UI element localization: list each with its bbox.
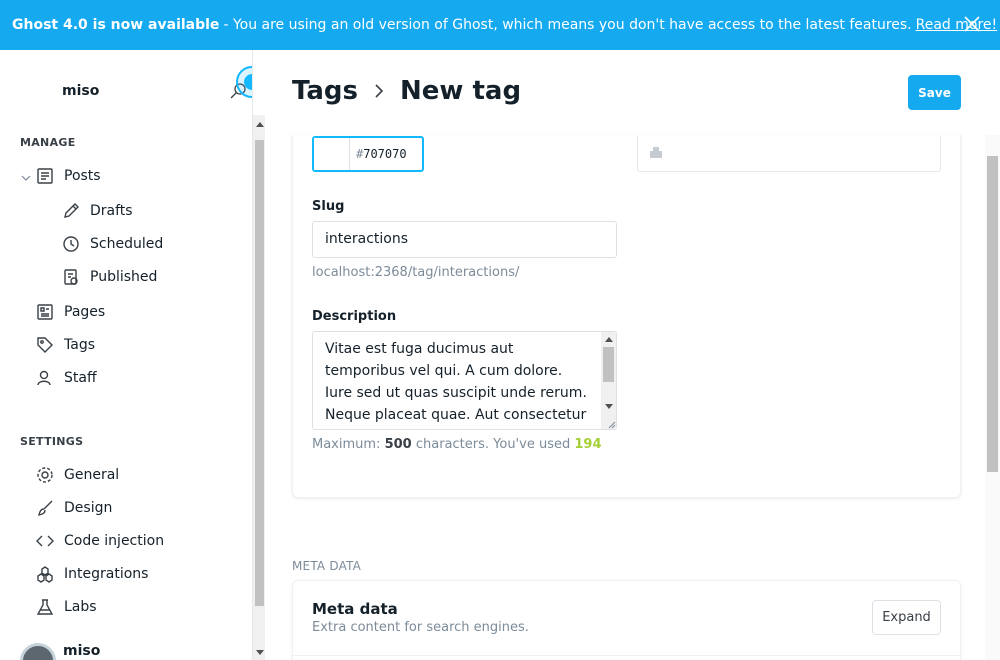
upload-image-icon — [650, 147, 662, 158]
sidebar-item-label: Labs — [64, 599, 97, 615]
sidebar: miso MANAGE Posts Drafts Scheduled Publi… — [0, 50, 253, 660]
gear-icon — [37, 467, 53, 483]
clock-icon — [63, 236, 79, 252]
sidebar-item-label: General — [64, 467, 120, 483]
slug-label: Slug — [312, 199, 345, 214]
description-textarea[interactable]: Vitae est fuga ducimus aut temporibus ve… — [312, 331, 617, 430]
site-title[interactable]: miso — [62, 83, 99, 99]
manage-heading: MANAGE — [20, 136, 76, 149]
tag-icon — [37, 337, 53, 353]
color-hex-value[interactable]: 707070 — [363, 138, 406, 170]
sidebar-item-label: Integrations — [64, 566, 149, 582]
sidebar-item-label: Published — [90, 269, 158, 285]
sidebar-item-tags[interactable]: Tags — [36, 334, 95, 356]
save-button[interactable]: Save — [908, 75, 961, 110]
sidebar-item-label: Staff — [64, 370, 97, 386]
sidebar-item-label: Tags — [64, 337, 95, 353]
avatar[interactable] — [20, 643, 56, 660]
flask-icon — [36, 599, 54, 615]
sidebar-item-label: Drafts — [90, 203, 133, 219]
sidebar-item-general[interactable]: General — [36, 464, 119, 486]
posts-icon — [37, 168, 53, 184]
sidebar-item-label: Posts — [64, 168, 101, 184]
resize-handle-icon[interactable] — [607, 420, 616, 429]
close-icon[interactable] — [962, 14, 982, 34]
page-header: Tags New tag — [266, 50, 986, 135]
expand-button[interactable]: Expand — [872, 600, 941, 635]
color-hash-prefix: # — [356, 147, 364, 161]
banner-read-more-link[interactable]: Read more! — [916, 17, 998, 33]
integrations-icon — [37, 566, 53, 583]
sidebar-item-pages[interactable]: Pages — [36, 301, 105, 323]
sidebar-item-design[interactable]: Design — [36, 497, 112, 519]
scroll-down-arrow-icon[interactable] — [256, 650, 264, 655]
banner-text: - You are using an old version of Ghost,… — [223, 17, 912, 33]
sidebar-item-posts[interactable]: Posts — [36, 165, 101, 187]
scroll-up-arrow-icon[interactable] — [605, 337, 613, 342]
sidebar-item-published[interactable]: Published — [62, 266, 157, 288]
sidebar-item-label: Design — [64, 500, 113, 516]
sidebar-item-scheduled[interactable]: Scheduled — [62, 233, 163, 255]
slug-url-preview: localhost:2368/tag/interactions/ — [312, 265, 520, 280]
divider — [292, 655, 961, 656]
main-scrollbar-thumb[interactable] — [987, 156, 998, 472]
page-title: New tag — [400, 76, 522, 106]
brush-icon — [38, 500, 53, 516]
staff-icon — [37, 370, 51, 386]
breadcrumb-parent-link[interactable]: Tags — [292, 76, 358, 106]
sidebar-item-integrations[interactable]: Integrations — [36, 563, 148, 585]
color-swatch[interactable] — [314, 138, 350, 170]
sidebar-item-label: Code injection — [64, 533, 165, 549]
character-count: Maximum: 500 characters. You've used 194 — [312, 437, 602, 452]
sidebar-item-label: Scheduled — [90, 236, 164, 252]
sidebar-scrollbar-thumb[interactable] — [255, 140, 264, 606]
scroll-down-arrow-icon[interactable] — [605, 404, 613, 409]
code-icon — [36, 535, 54, 547]
sidebar-item-staff[interactable]: Staff — [36, 367, 97, 389]
upgrade-banner: Ghost 4.0 is now available - You are usi… — [0, 0, 1000, 50]
pages-icon — [37, 304, 53, 320]
breadcrumb: Tags New tag — [292, 76, 521, 106]
slug-input[interactable]: interactions — [312, 221, 617, 258]
settings-heading: SETTINGS — [20, 435, 84, 448]
published-icon — [64, 269, 78, 285]
meta-data-title: Meta data — [312, 600, 398, 618]
color-input[interactable]: # 707070 — [312, 136, 424, 172]
user-name[interactable]: miso — [63, 643, 100, 659]
sidebar-item-label: Pages — [64, 304, 106, 320]
sidebar-item-labs[interactable]: Labs — [36, 596, 97, 618]
max-value: 500 — [384, 437, 412, 452]
description-label: Description — [312, 309, 397, 324]
max-middle: characters. You've used — [415, 437, 571, 452]
textarea-scrollbar-thumb[interactable] — [603, 347, 614, 382]
tag-image-upload[interactable] — [637, 136, 941, 172]
meta-section-heading: META DATA — [292, 559, 362, 573]
banner-title: Ghost 4.0 is now available — [12, 17, 220, 33]
chevron-right-icon — [375, 84, 384, 98]
max-prefix: Maximum: — [312, 437, 381, 452]
pencil-icon — [64, 203, 79, 218]
sidebar-item-drafts[interactable]: Drafts — [62, 200, 133, 222]
scroll-up-arrow-icon[interactable] — [256, 122, 264, 127]
chevron-down-icon[interactable] — [20, 172, 32, 184]
used-value: 194 — [574, 437, 602, 452]
sidebar-item-code-injection[interactable]: Code injection — [36, 530, 164, 552]
meta-data-subtitle: Extra content for search engines. — [312, 620, 529, 635]
